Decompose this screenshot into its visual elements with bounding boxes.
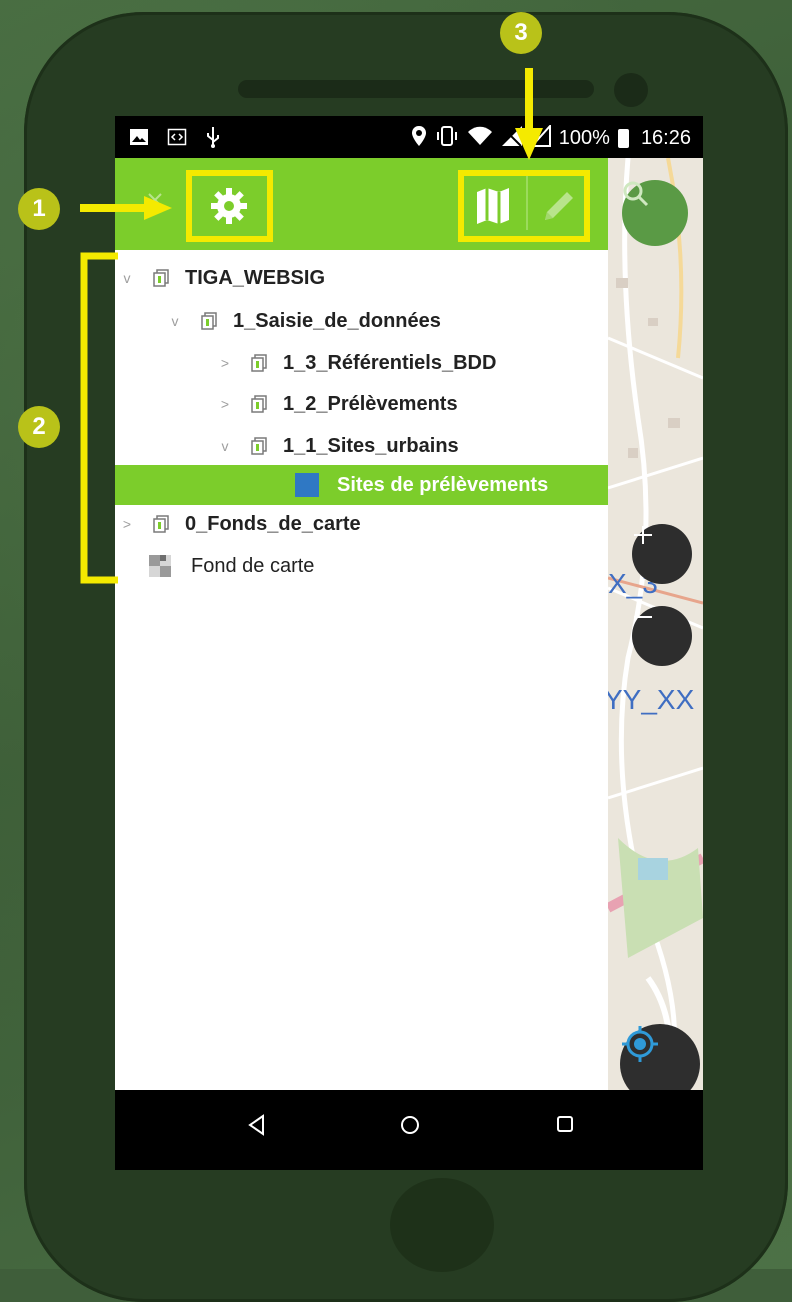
image-notification-icon	[129, 127, 149, 152]
battery-icon	[617, 129, 629, 148]
minus-icon	[634, 616, 652, 618]
layer-group-row[interactable]: v TIGA_WEBSIG	[115, 258, 608, 298]
layer-label: 1_Saisie_de_données	[233, 309, 441, 332]
usb-icon	[205, 126, 221, 153]
layer-group-icon	[151, 268, 171, 288]
annotation-badge-3: 3	[500, 12, 542, 54]
layer-row[interactable]: Fond de carte	[115, 546, 608, 586]
annotation-badge-1: 1	[18, 188, 60, 230]
code-notification-icon	[167, 127, 187, 152]
search-button[interactable]	[622, 180, 688, 246]
layer-label: Sites de prélèvements	[337, 473, 549, 496]
map-label: YY_XX	[608, 684, 695, 715]
layer-label: 1_3_Référentiels_BDD	[283, 351, 497, 374]
home-circle-icon	[401, 1116, 419, 1134]
search-icon	[623, 181, 649, 207]
layer-group-icon	[249, 436, 269, 456]
bracket-left	[80, 252, 118, 584]
gps-target-icon	[622, 1026, 658, 1062]
layer-label: 1_2_Prélèvements	[283, 392, 458, 415]
layer-group-row[interactable]: v 1_Saisie_de_données	[115, 301, 608, 341]
highlight-settings	[186, 170, 273, 242]
chevron-down-icon[interactable]: v	[215, 438, 235, 454]
layer-group-row[interactable]: > 1_3_Référentiels_BDD	[115, 343, 608, 383]
raster-layer-icon	[149, 555, 171, 577]
arrow-right-icon	[80, 196, 172, 220]
location-icon	[411, 125, 427, 152]
android-nav-bar	[115, 1090, 703, 1170]
back-triangle-icon	[248, 1114, 264, 1136]
recents-square-icon	[557, 1116, 573, 1132]
chevron-right-icon[interactable]: >	[215, 396, 235, 412]
phone-camera	[614, 73, 648, 107]
battery-percentage: 100%	[558, 127, 610, 149]
chevron-down-icon[interactable]: v	[117, 270, 137, 286]
clock: 16:26	[640, 127, 691, 149]
layer-label: Fond de carte	[191, 554, 315, 577]
layer-group-row[interactable]: v 1_1_Sites_urbains	[115, 426, 608, 466]
layer-row-selected[interactable]: Sites de prélèvements	[115, 465, 608, 505]
chevron-right-icon[interactable]: >	[215, 355, 235, 371]
layer-symbol-square	[295, 473, 319, 497]
layer-group-icon	[249, 353, 269, 373]
back-button[interactable]	[247, 1114, 267, 1141]
annotation-badge-2: 2	[18, 406, 60, 448]
status-bar: 100% 16:26	[115, 116, 703, 158]
arrow-down-icon	[515, 68, 543, 160]
vibrate-icon	[435, 126, 459, 151]
layer-group-icon	[199, 311, 219, 331]
highlight-mode-buttons	[458, 170, 590, 242]
zoom-out-button[interactable]	[632, 606, 692, 666]
phone-screen: 100% 16:26 X_3 YY_XX v TIGA_WEBSIG v 1_S…	[115, 116, 703, 1170]
layer-group-row[interactable]: > 0_Fonds_de_carte	[115, 504, 608, 544]
phone-home-button	[390, 1178, 494, 1272]
home-nav-button[interactable]	[399, 1114, 421, 1141]
recents-button[interactable]	[555, 1114, 575, 1139]
chevron-down-icon[interactable]: v	[165, 313, 185, 329]
chevron-right-icon[interactable]: >	[117, 516, 137, 532]
wifi-icon	[467, 125, 493, 152]
layer-group-icon	[249, 394, 269, 414]
zoom-in-button[interactable]	[632, 524, 692, 584]
layer-label: TIGA_WEBSIG	[185, 266, 326, 289]
layer-group-row[interactable]: > 1_2_Prélèvements	[115, 384, 608, 424]
layer-label: 0_Fonds_de_carte	[185, 512, 361, 535]
layer-group-icon	[151, 514, 171, 534]
plus-icon	[634, 526, 652, 544]
layer-tree: v TIGA_WEBSIG v 1_Saisie_de_données > 1_…	[115, 250, 608, 1090]
map-view[interactable]: X_3 YY_XX	[608, 158, 703, 1090]
layer-label: 1_1_Sites_urbains	[283, 434, 459, 457]
